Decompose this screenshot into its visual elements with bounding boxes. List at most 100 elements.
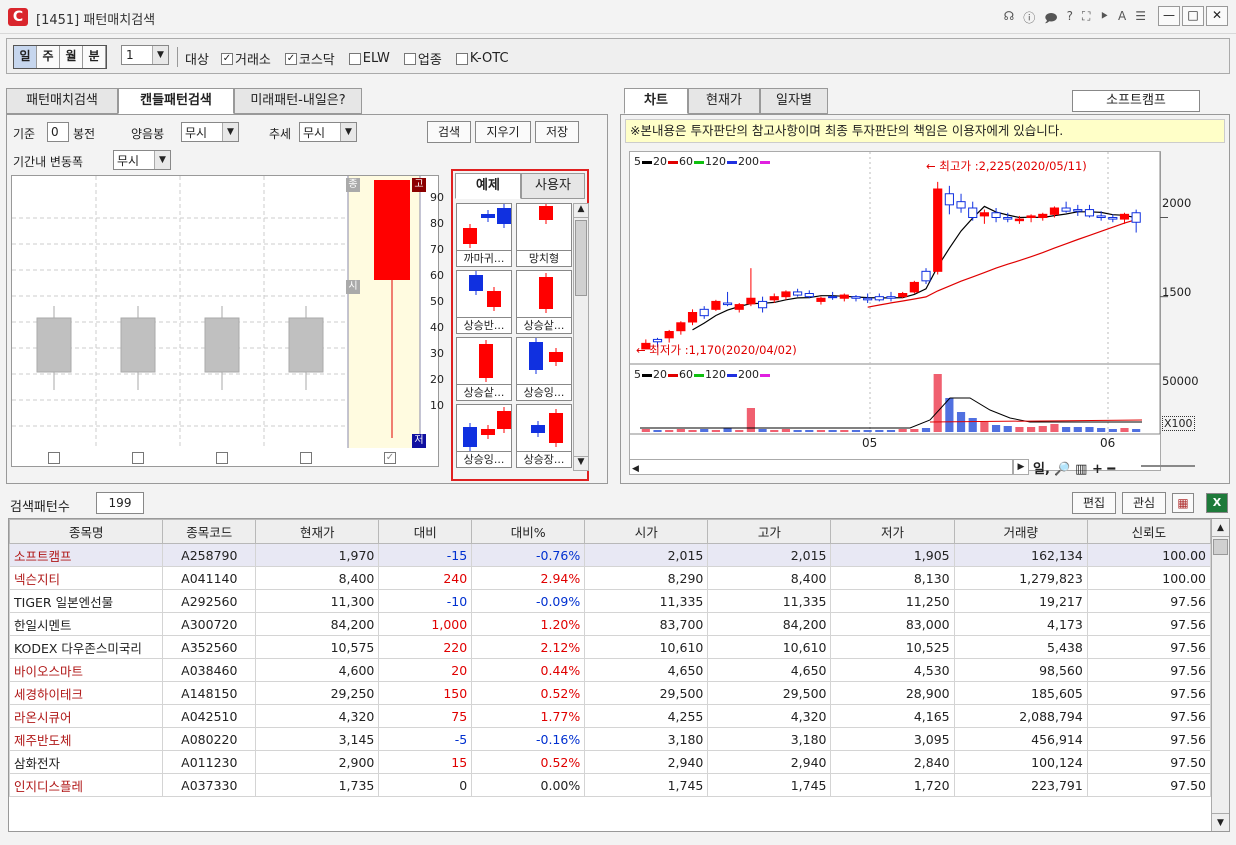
scroll-up-icon[interactable]: ▲: [574, 204, 588, 218]
pattern-cell-1[interactable]: 망치형: [516, 203, 572, 267]
target-checkbox-3[interactable]: 업종: [403, 49, 442, 68]
title-tool-icon[interactable]: ?: [1067, 9, 1073, 30]
pattern-cell-5[interactable]: 상승잉...: [516, 337, 572, 401]
editor-candle-body[interactable]: [36, 317, 72, 373]
scroll-down-icon[interactable]: ▼: [574, 456, 588, 470]
pattern-cell-2[interactable]: 상승반...: [456, 270, 512, 334]
scroll-down-icon[interactable]: ▼: [1212, 813, 1229, 831]
column-header-9[interactable]: 신뢰도: [1086, 519, 1212, 544]
pattern-tab-1[interactable]: 사용자: [521, 173, 585, 199]
title-tool-icon[interactable]: ☰: [1135, 9, 1146, 30]
left-tab-2[interactable]: 미래패턴-내일은?: [234, 88, 362, 114]
title-tool-icon[interactable]: ⯈: [1099, 9, 1109, 30]
right-tab-1[interactable]: 현재가: [688, 88, 760, 114]
table-row[interactable]: 제주반도체 A080220 3,145 -5 -0.16% 3,180 3,180 3,095…: [9, 727, 1212, 751]
column-header-7[interactable]: 저가: [830, 519, 955, 544]
checkbox-icon[interactable]: [403, 52, 416, 65]
candle-editor[interactable]: 종 고 시 저 90 80 70 60 50 40 30 20 10 ✓: [11, 175, 444, 467]
candle-editor-canvas[interactable]: [12, 176, 438, 466]
range-select[interactable]: 무시 ▼: [113, 150, 171, 170]
table-row[interactable]: 넥슨지티 A041140 8,400 240 2.94% 8,290 8,400 8,130 1…: [9, 566, 1212, 590]
table-row[interactable]: 인지디스플레 A037330 1,735 0 0.00% 1,745 1,745 1,720 2…: [9, 773, 1212, 797]
clear-button[interactable]: 지우기: [475, 121, 531, 143]
scroll-thumb[interactable]: [1213, 539, 1228, 555]
close-button[interactable]: ✕: [1206, 6, 1228, 26]
column-header-4[interactable]: 대비%: [471, 519, 586, 544]
search-button[interactable]: 검색: [427, 121, 471, 143]
column-header-1[interactable]: 종목코드: [162, 519, 257, 544]
scroll-thumb[interactable]: [575, 220, 587, 296]
grid-icon[interactable]: ▦: [1172, 493, 1194, 513]
table-row[interactable]: 바이오스마트 A038460 4,600 20 0.44% 4,650 4,650 4,530…: [9, 658, 1212, 682]
table-scrollbar[interactable]: ▲ ▼: [1211, 519, 1229, 831]
table-row[interactable]: 소프트캠프 A258790 1,970 -15 -0.76% 2,015 2,015 1,90…: [9, 543, 1212, 567]
table-row[interactable]: 라온시큐어 A042510 4,320 75 1.77% 4,255 4,320 4,165 2…: [9, 704, 1212, 728]
pattern-cell-6[interactable]: 상승잉...: [456, 404, 512, 468]
checkbox-icon[interactable]: [348, 52, 361, 65]
zoom-slider[interactable]: [1141, 465, 1195, 467]
title-tool-icon[interactable]: ☊: [1004, 9, 1015, 30]
editor-candle-body[interactable]: [288, 317, 324, 373]
column-header-5[interactable]: 시가: [584, 519, 709, 544]
excel-icon[interactable]: X: [1206, 493, 1228, 513]
editor-candle-body[interactable]: [120, 317, 156, 373]
checkbox-icon[interactable]: ✓: [221, 52, 233, 65]
maximize-button[interactable]: □: [1182, 6, 1204, 26]
candle-chart[interactable]: 5 20 60 120 200 5 20 60 120 200 ← 최고가 :2,225(202…: [629, 151, 1199, 471]
pattern-cell-0[interactable]: 까마귀...: [456, 203, 512, 267]
pattern-tab-0[interactable]: 예제: [455, 173, 521, 199]
target-checkbox-4[interactable]: K-OTC: [455, 49, 509, 68]
trend-select[interactable]: 무시 ▼: [299, 122, 357, 142]
candle-checkbox-3[interactable]: [300, 452, 312, 464]
candle-chart-canvas[interactable]: [630, 152, 1230, 442]
scroll-up-icon[interactable]: ▲: [1212, 519, 1229, 537]
edit-button[interactable]: 편집: [1072, 492, 1116, 514]
table-row[interactable]: 삼화전자 A011230 2,900 15 0.52% 2,940 2,940 2,840 10…: [9, 750, 1212, 774]
pattern-cell-7[interactable]: 상승장...: [516, 404, 572, 468]
period-2[interactable]: 월: [60, 46, 83, 68]
column-header-0[interactable]: 종목명: [9, 519, 164, 544]
candle-checkbox-2[interactable]: [216, 452, 228, 464]
editor-candle-body[interactable]: [204, 317, 240, 373]
save-button[interactable]: 저장: [535, 121, 579, 143]
interval-select[interactable]: 1 ▼: [121, 45, 169, 65]
right-tab-0[interactable]: 차트: [624, 88, 688, 114]
pattern-scrollbar[interactable]: ▲ ▼: [573, 203, 589, 471]
table-row[interactable]: KODEX 다우존스미국리 A352560 10,575 220 2.12% 10,610…: [9, 635, 1212, 659]
left-tab-1[interactable]: 캔들패턴검색: [118, 88, 234, 114]
editor-active-candle[interactable]: [374, 180, 410, 280]
table-row[interactable]: 세경하이테크 A148150 29,250 150 0.52% 29,500 29,500 2…: [9, 681, 1212, 705]
target-checkbox-2[interactable]: ELW: [348, 49, 390, 68]
column-header-2[interactable]: 현재가: [255, 519, 380, 544]
column-header-8[interactable]: 거래량: [953, 519, 1088, 544]
title-tool-icon[interactable]: ⛶: [1082, 9, 1090, 30]
watchlist-button[interactable]: 관심: [1122, 492, 1166, 514]
target-checkbox-0[interactable]: ✓ 거래소: [221, 49, 271, 68]
period-1[interactable]: 주: [37, 46, 60, 68]
candle-checkbox-4[interactable]: ✓: [384, 452, 396, 464]
base-input[interactable]: 0: [47, 122, 69, 142]
title-tool-icon[interactable]: A: [1118, 9, 1126, 30]
checkbox-icon[interactable]: ✓: [284, 52, 297, 65]
period-0[interactable]: 일: [14, 46, 37, 68]
scroll-right-icon[interactable]: ▶: [1013, 459, 1029, 475]
left-tab-0[interactable]: 패턴매치검색: [6, 88, 118, 114]
chart-scrollbar[interactable]: ◀: [629, 459, 1013, 475]
pattern-cell-3[interactable]: 상승샅...: [516, 270, 572, 334]
checkbox-icon[interactable]: [455, 52, 468, 65]
chart-tools[interactable]: 일, 🔎 ▥ + ━: [1033, 458, 1115, 477]
minimize-button[interactable]: —: [1158, 6, 1180, 26]
table-row[interactable]: 한일시멘트 A300720 84,200 1,000 1.20% 83,700 84,200…: [9, 612, 1212, 636]
title-tool-icon[interactable]: ⓘ: [1023, 9, 1035, 30]
column-header-3[interactable]: 대비: [378, 519, 473, 544]
candle-checkbox-0[interactable]: [48, 452, 60, 464]
title-tool-icon[interactable]: 🗩: [1044, 9, 1057, 30]
right-tab-2[interactable]: 일자별: [760, 88, 828, 114]
pattern-cell-4[interactable]: 상승샅...: [456, 337, 512, 401]
yang-select[interactable]: 무시 ▼: [181, 122, 239, 142]
period-3[interactable]: 분: [83, 46, 106, 68]
column-header-6[interactable]: 고가: [707, 519, 832, 544]
table-row[interactable]: TIGER 일본엔선물 A292560 11,300 -10 -0.09% 11,335 1…: [9, 589, 1212, 613]
target-checkbox-1[interactable]: ✓ 코스닥: [284, 49, 335, 68]
scroll-left-icon[interactable]: ◀: [630, 464, 639, 474]
